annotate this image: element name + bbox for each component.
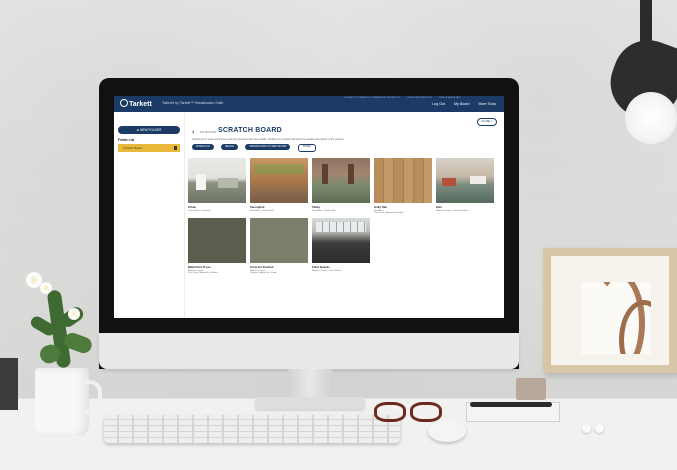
link-commercial-products[interactable]: GO BACK TO TARKETT COMMERCIAL PRODUCTS <box>344 97 400 99</box>
product-card[interactable]: Flash Boards Modular Carpet - Dark Shade… <box>312 218 370 272</box>
app-tagline: Tailored by Tarkett™ Visualization Suite <box>162 101 224 105</box>
utility-links: GO BACK TO TARKETT COMMERCIAL PRODUCTS F… <box>344 97 468 99</box>
product-name: Holly Oak <box>374 205 387 209</box>
folder-item-label: Scratch Board <box>123 146 143 150</box>
white-mug-pot <box>35 368 89 436</box>
frame-mat <box>551 256 669 365</box>
lamp-bulb <box>625 92 677 144</box>
new-folder-button[interactable]: ⊕ NEW FOLDER <box>118 126 180 134</box>
product-image[interactable] <box>250 218 308 263</box>
my-board-link[interactable]: My Board <box>454 102 469 106</box>
monitor-stand-foot <box>255 397 365 409</box>
product-card[interactable]: Urban Crowd Effect - Neutrals <box>188 158 246 212</box>
product-subcollection: The Curve Tailgate Ev1 Studio <box>188 271 218 274</box>
product-name: Flash Boards <box>312 265 330 269</box>
product-collection: Crowd Effect - Neutrals <box>188 209 211 212</box>
image-detail <box>196 174 206 190</box>
product-card[interactable]: Holly Oak Woodless The Curve Tailgate Ev… <box>374 158 432 214</box>
brand-name: Tarkett <box>129 101 152 108</box>
folder-item-scratch-board[interactable]: Scratch Board <box>118 144 180 152</box>
product-image[interactable] <box>374 158 432 203</box>
product-name: Urban <box>188 205 197 209</box>
product-subcollection: The Curve Tailgate Ev1 Studio <box>374 211 404 214</box>
tarkett-logo-icon <box>120 99 128 107</box>
product-collection: Broadloom - Walky Walk <box>250 209 274 212</box>
image-detail <box>254 164 304 174</box>
product-collection: Modular Carpet - Tailored Knitted <box>436 209 469 212</box>
flower <box>68 308 80 320</box>
image-detail <box>442 178 456 186</box>
product-card[interactable]: Tabby Broadloom - Walky Walk <box>312 158 370 212</box>
keyboard <box>104 415 400 443</box>
product-collection: Broadloom - Walky Walk <box>312 209 336 212</box>
product-card[interactable]: Intel Modular Carpet - Tailored Knitted <box>436 158 494 212</box>
chevron-left-icon[interactable]: ‹ <box>192 128 195 136</box>
product-name: Serengheti <box>250 205 265 209</box>
product-image[interactable] <box>250 158 308 203</box>
product-image[interactable] <box>436 158 494 203</box>
new-folder-label: NEW FOLDER <box>140 128 162 132</box>
folder-sidebar: ⊕ NEW FOLDER Folder List Scratch Board <box>114 112 185 318</box>
top-navigation-bar: Tarkett Tailored by Tarkett™ Visualizati… <box>114 96 504 112</box>
brand-logo[interactable]: Tarkett <box>120 99 152 108</box>
earbuds <box>582 420 610 433</box>
picture-frame <box>543 248 677 373</box>
product-name: Tabby <box>312 205 321 209</box>
more-tools-link[interactable]: More Tools <box>478 102 496 106</box>
earbud <box>595 424 604 433</box>
delete-button[interactable]: DELETE <box>220 144 238 150</box>
close-icon: × <box>491 120 493 123</box>
pen <box>470 402 552 407</box>
account-menu: Log Out My Board More Tools <box>424 102 496 106</box>
monitor-screen: Tarkett Tailored by Tarkett™ Visualizati… <box>114 96 504 318</box>
earbud <box>582 424 591 433</box>
glasses-lens <box>374 402 406 422</box>
product-subcollection: Tailgate Tailgate Ev1 Studio <box>250 271 277 274</box>
product-name: Crescent Knotted <box>250 265 274 269</box>
trash-icon[interactable] <box>174 146 177 150</box>
image-detail <box>470 176 486 184</box>
close-label: CLOSE <box>481 120 491 123</box>
product-collection: Modular Carpet - Dark Shades <box>312 269 342 272</box>
image-detail <box>316 222 366 232</box>
image-detail <box>322 164 328 184</box>
glasses-lens <box>410 402 442 422</box>
candle <box>516 378 546 400</box>
close-button[interactable]: CLOSE × <box>477 118 497 126</box>
page-title: SCRATCH BOARD <box>218 127 282 134</box>
product-image[interactable] <box>188 158 246 203</box>
product-card[interactable]: Serengheti Broadloom - Walky Walk <box>250 158 308 212</box>
folder-list-heading: Folder List <box>118 138 135 142</box>
lamp-arm <box>640 0 652 45</box>
abstract-artwork <box>581 282 651 354</box>
product-image[interactable] <box>312 158 370 203</box>
image-detail <box>218 178 238 188</box>
flower <box>40 282 52 294</box>
logout-link[interactable]: Log Out <box>432 102 445 106</box>
add-to-spec-board-button[interactable]: SPECIFICATION TO SPEC BOARD <box>245 144 291 150</box>
mouse <box>428 420 466 442</box>
share-button[interactable]: SHARE <box>297 144 316 152</box>
link-find-distributor[interactable]: FIND A DISTRIBUTOR <box>408 97 432 99</box>
product-name: Intel <box>436 205 442 209</box>
pot-handle <box>84 380 102 414</box>
image-detail <box>348 164 354 184</box>
download-button[interactable]: DOWNLOAD <box>192 144 214 150</box>
product-card[interactable]: Crescent Knotted Modular Carpet Tailgate… <box>250 218 308 274</box>
product-card[interactable]: Waterfront Prose Modular Carpet The Curv… <box>188 218 246 274</box>
back-to-my-board[interactable]: MY BOARD <box>200 130 216 134</box>
product-image[interactable] <box>312 218 370 263</box>
product-name: Waterfront Prose <box>188 265 211 269</box>
link-find-sales-rep[interactable]: FIND A SALES REP <box>439 97 460 99</box>
product-image[interactable] <box>188 218 246 263</box>
page-description: Click/touch to select all of these and p… <box>192 138 345 141</box>
book-stack <box>0 358 18 410</box>
monitor-chin <box>99 333 519 369</box>
